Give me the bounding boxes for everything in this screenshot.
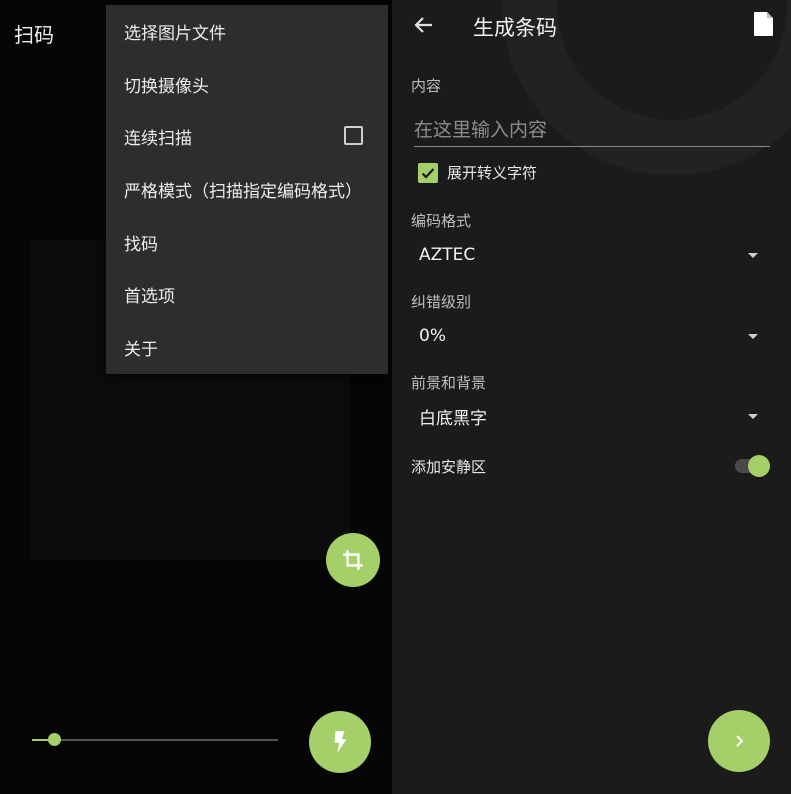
chevron-right-icon [736, 735, 744, 747]
menu-item-label: 连续扫描 [124, 129, 192, 150]
menu-item-strict-mode[interactable]: 严格模式（扫描指定编码格式） [106, 163, 388, 216]
menu-item-label: 关于 [124, 339, 158, 360]
menu-item-label: 选择图片文件 [124, 23, 226, 44]
crop-button[interactable] [326, 533, 380, 587]
continuous-scan-checkbox[interactable] [344, 126, 363, 146]
scanner-panel: 扫码 选择图片文件 切换摄像头 连续扫描 严格模式（扫描指定编码格式） 找码 首… [0, 0, 392, 794]
file-icon [754, 12, 773, 36]
generate-next-button[interactable] [708, 710, 770, 772]
quiet-zone-switch[interactable] [735, 455, 771, 477]
menu-item-find-code[interactable]: 找码 [106, 216, 388, 269]
arrow-left-icon [414, 17, 432, 33]
switch-thumb [748, 455, 770, 477]
content-label: 内容 [411, 77, 442, 95]
menu-item-preferences[interactable]: 首选项 [106, 268, 388, 321]
zoom-slider-thumb[interactable] [48, 733, 62, 746]
back-button[interactable] [412, 13, 436, 37]
ecc-label: 纠错级别 [411, 293, 472, 311]
ecc-value: 0% [419, 326, 446, 346]
content-input[interactable] [414, 113, 770, 147]
menu-item-label: 严格模式（扫描指定编码格式） [124, 181, 362, 202]
generate-panel: 生成条码 内容 展开转义字符 编码格式 AZTEC 纠错级别 0% [392, 0, 791, 794]
escape-label: 展开转义字符 [447, 164, 538, 182]
overflow-menu: 选择图片文件 切换摄像头 连续扫描 严格模式（扫描指定编码格式） 找码 首选项 … [106, 5, 388, 374]
open-file-button[interactable] [753, 11, 775, 37]
dropdown-caret-icon [748, 333, 758, 339]
dropdown-caret-icon [748, 252, 758, 258]
crop-icon [343, 550, 363, 570]
menu-item-switch-camera[interactable]: 切换摄像头 [106, 58, 388, 111]
scanner-title: 扫码 [14, 23, 54, 47]
color-label: 前景和背景 [411, 374, 487, 392]
menu-item-label: 切换摄像头 [124, 76, 209, 97]
format-label: 编码格式 [411, 212, 472, 230]
zoom-slider[interactable] [32, 733, 278, 746]
page-title: 生成条码 [473, 16, 557, 40]
quiet-zone-label: 添加安静区 [411, 458, 487, 476]
ecc-select[interactable]: 0% [419, 321, 759, 351]
menu-item-label: 找码 [124, 234, 158, 255]
menu-item-select-image[interactable]: 选择图片文件 [106, 5, 388, 58]
color-select[interactable]: 白底黑字 [419, 401, 759, 431]
menu-item-about[interactable]: 关于 [106, 321, 388, 374]
screen: 扫码 选择图片文件 切换摄像头 连续扫描 严格模式（扫描指定编码格式） 找码 首… [0, 0, 791, 794]
menu-item-label: 首选项 [124, 287, 175, 308]
format-select[interactable]: AZTEC [419, 240, 759, 270]
check-icon [421, 167, 435, 179]
escape-checkbox[interactable] [418, 162, 438, 183]
escape-option[interactable]: 展开转义字符 [418, 162, 537, 183]
menu-item-continuous-scan[interactable]: 连续扫描 [106, 110, 388, 163]
format-value: AZTEC [419, 245, 476, 265]
flashlight-button[interactable] [309, 711, 371, 773]
dropdown-caret-icon [748, 413, 758, 419]
color-value: 白底黑字 [419, 408, 487, 429]
flash-icon [334, 731, 347, 753]
